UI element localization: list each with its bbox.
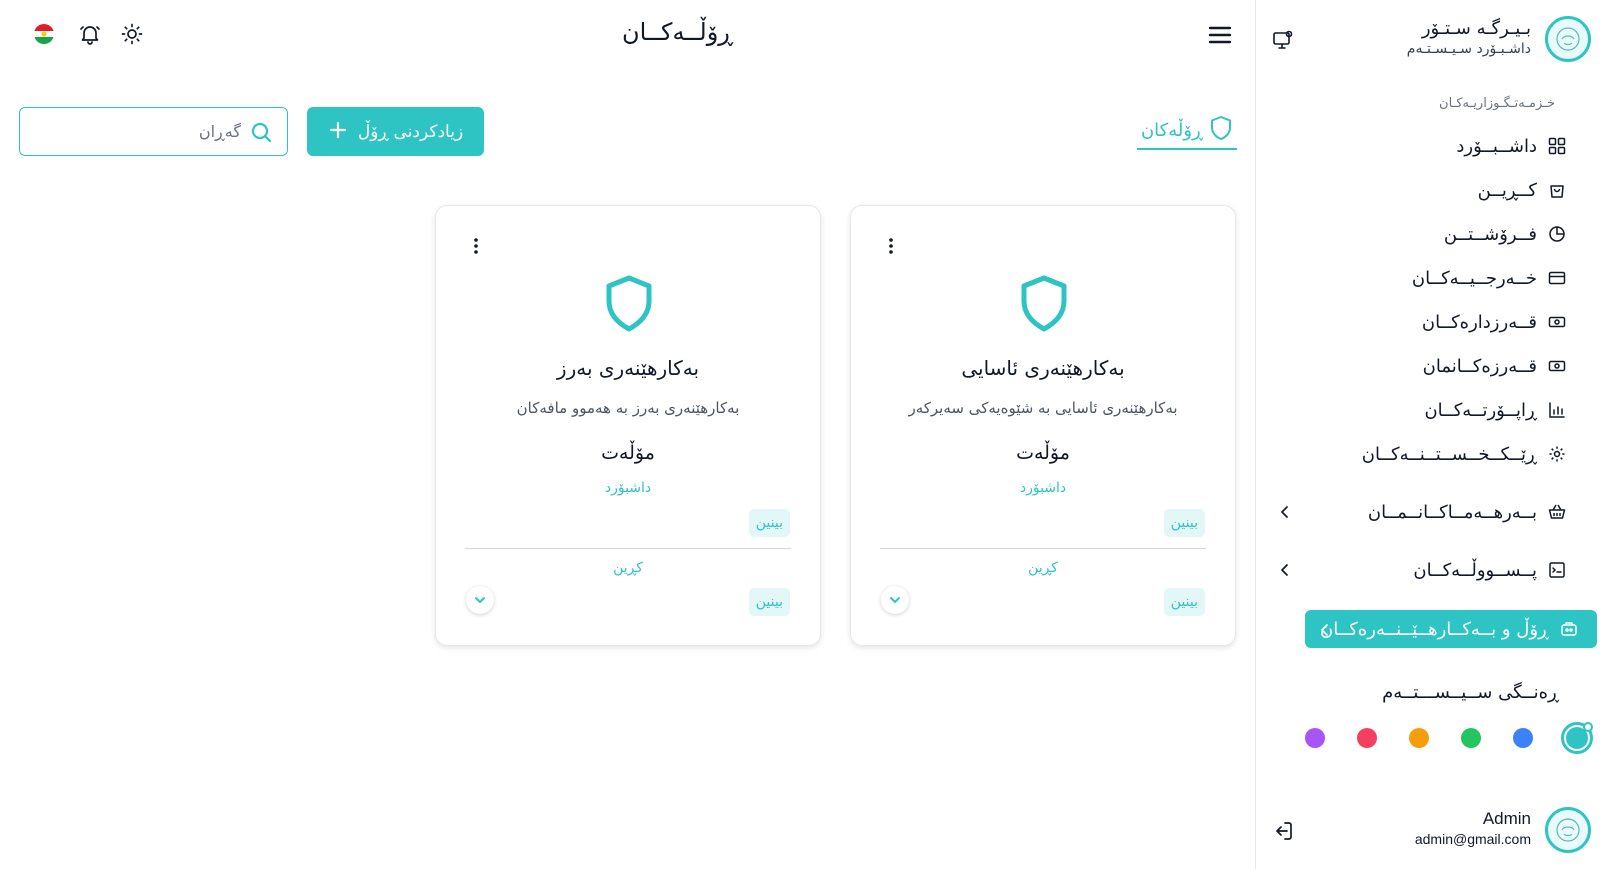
money-icon — [1547, 356, 1567, 376]
plus-icon — [328, 120, 348, 143]
money-icon — [1547, 312, 1567, 332]
role-card: بەکارهێنەری بەرز بەکارهێنەری بەرز بە هەم… — [435, 205, 821, 646]
avatar[interactable] — [1545, 807, 1591, 853]
chevron-left-icon — [1315, 620, 1335, 640]
divider — [465, 548, 791, 549]
brand-header: بـیـرگـە سـتـۆر داشـبـۆرد سـیـسـتـەم — [1271, 16, 1591, 66]
sidebar-item-label: قــەرزەکــانمان — [1422, 355, 1537, 377]
sidebar-item-invoices[interactable]: پــســووڵــەکــان — [1255, 550, 1607, 590]
selected-indicator-icon — [1583, 722, 1593, 732]
brand-logo — [1545, 16, 1591, 62]
sidebar-item-label: کــڕیــن — [1477, 179, 1537, 201]
role-card: بەکارهێنەری ئاسایی بەکارهێنەری ئاسایی بە… — [850, 205, 1236, 646]
role-title: بەکارهێنەری ئاسایی — [961, 356, 1125, 380]
brand-subtitle: داشـبـۆرد سـیـسـتـەم — [1406, 41, 1531, 57]
monitor-settings-icon[interactable] — [1271, 28, 1295, 52]
report-icon — [1547, 400, 1567, 420]
permission-group-dashboard: داشبۆرد — [604, 480, 652, 496]
search-icon — [249, 120, 273, 144]
sidebar-item-purchases[interactable]: کــڕیــن — [1255, 170, 1607, 210]
basket-icon — [1547, 502, 1567, 522]
shield-icon — [603, 274, 655, 334]
top-bar: ڕۆڵــەکــان — [0, 0, 1255, 70]
search-input[interactable] — [41, 122, 241, 141]
dashboard-grid-icon — [1547, 136, 1567, 156]
sidebar-item-label: بــەرهــەمــاکــانــمــان — [1367, 501, 1537, 523]
receipt-icon — [1547, 560, 1567, 580]
credit-card-icon — [1547, 268, 1567, 288]
add-role-button[interactable]: زیادکردنی ڕۆڵ — [307, 107, 484, 156]
color-swatch-purple[interactable] — [1305, 728, 1325, 748]
permission-group-purchase: کڕین — [1028, 560, 1058, 576]
user-profile: Admin admin@gmail.com — [1271, 807, 1591, 853]
tab-roles[interactable]: ڕۆڵەکان — [1137, 112, 1237, 150]
tab-roles-label: ڕۆڵەکان — [1140, 119, 1204, 141]
brand-title: بـیـرگـە سـتـۆر — [1421, 18, 1531, 39]
shopping-bag-icon — [1547, 180, 1567, 200]
kebab-menu-icon[interactable] — [472, 236, 480, 256]
sidebar-item-expenses[interactable]: خــەرجــیــەکــان — [1255, 258, 1607, 298]
chevron-left-icon — [1275, 560, 1295, 580]
color-swatch-blue[interactable] — [1513, 728, 1533, 748]
logout-icon[interactable] — [1271, 819, 1295, 843]
user-email: admin@gmail.com — [1414, 831, 1531, 847]
color-swatches — [1263, 718, 1593, 758]
permission-badge: بینین — [748, 509, 790, 537]
brand-titles: بـیـرگـە سـتـۆر داشـبـۆرد سـیـسـتـەم — [1407, 18, 1531, 58]
sidebar-item-sales[interactable]: فــرۆشــتــن — [1255, 214, 1607, 254]
sidebar-item-dashboard[interactable]: داشــبــۆرد — [1255, 126, 1607, 166]
permission-badge: بینین — [748, 588, 790, 616]
color-swatch-green[interactable] — [1461, 728, 1481, 748]
search-box — [19, 107, 288, 156]
page-title: ڕۆڵــەکــان — [622, 18, 733, 46]
role-description: بەکارهێنەری بەرز بە هەموو مافەکان — [516, 399, 740, 417]
permission-group-purchase: کڕین — [613, 560, 643, 576]
shield-icon — [1209, 115, 1233, 145]
permissions-heading: مۆڵەت — [1016, 442, 1070, 464]
sidebar-item-label: داشــبــۆرد — [1456, 135, 1537, 157]
users-role-icon — [1559, 619, 1579, 639]
sidebar-item-label: ڕێــکــخــســتــنــەکــان — [1361, 443, 1537, 465]
sidebar-item-settings[interactable]: ڕێــکــخــســتــنــەکــان — [1255, 434, 1607, 474]
expand-chevron-down-icon[interactable] — [881, 586, 909, 614]
role-title: بەکارهێنەری بەرز — [556, 356, 700, 380]
color-swatch-teal[interactable] — [1561, 722, 1593, 754]
pie-chart-icon — [1547, 224, 1567, 244]
sidebar-item-label: ڕۆڵ و بــەکــارهــێــنــەرەکــان — [1320, 618, 1549, 640]
sidebar-item-label: خــەرجــیــەکــان — [1411, 267, 1537, 289]
sidebar: بـیـرگـە سـتـۆر داشـبـۆرد سـیـسـتـەم خـز… — [1255, 0, 1607, 869]
user-name: Admin — [1482, 809, 1531, 828]
sidebar-item-label: قــەرزدارەکــان — [1421, 311, 1537, 333]
color-swatch-orange[interactable] — [1409, 728, 1429, 748]
section-label-services: خـزمـەتـگـوزاریـەکـان — [1439, 96, 1555, 111]
permissions-heading: مۆڵەت — [601, 442, 655, 464]
shield-icon — [1018, 274, 1070, 334]
main-content: ڕۆڵــەکــان ڕۆڵەکان زیادکردنی ڕۆڵ گەڕان … — [0, 0, 1255, 869]
chevron-left-icon — [1275, 502, 1295, 522]
expand-chevron-down-icon[interactable] — [466, 586, 494, 614]
settings-icon — [1547, 444, 1567, 464]
sidebar-item-label: ڕاپــۆرتــەکــان — [1424, 399, 1537, 421]
sidebar-item-label: فــرۆشــتــن — [1443, 223, 1537, 245]
permission-badge: بینین — [1163, 509, 1205, 537]
sidebar-item-roles-users[interactable]: ڕۆڵ و بــەکــارهــێــنــەرەکــان — [1305, 610, 1597, 648]
color-swatch-red[interactable] — [1357, 728, 1377, 748]
system-color-title: ڕەنــگی ســیــســـتــەم — [1382, 682, 1559, 703]
sidebar-item-reports[interactable]: ڕاپــۆرتــەکــان — [1255, 390, 1607, 430]
kebab-menu-icon[interactable] — [887, 236, 895, 256]
role-description: بەکارهێنەری ئاسایی بە شێوەیەکی سەیرکەر — [908, 399, 1178, 417]
divider — [880, 548, 1206, 549]
sidebar-item-our-debts[interactable]: قــەرزەکــانمان — [1255, 346, 1607, 386]
permission-group-dashboard: داشبۆرد — [1019, 480, 1067, 496]
add-role-button-label: زیادکردنی ڕۆڵ — [357, 121, 464, 141]
sidebar-item-products[interactable]: بــەرهــەمــاکــانــمــان — [1255, 492, 1607, 532]
permission-badge: بینین — [1163, 588, 1205, 616]
sidebar-item-label: پــســووڵــەکــان — [1413, 559, 1537, 581]
hamburger-menu-icon[interactable] — [1207, 22, 1233, 48]
sidebar-item-debtors[interactable]: قــەرزدارەکــان — [1255, 302, 1607, 342]
